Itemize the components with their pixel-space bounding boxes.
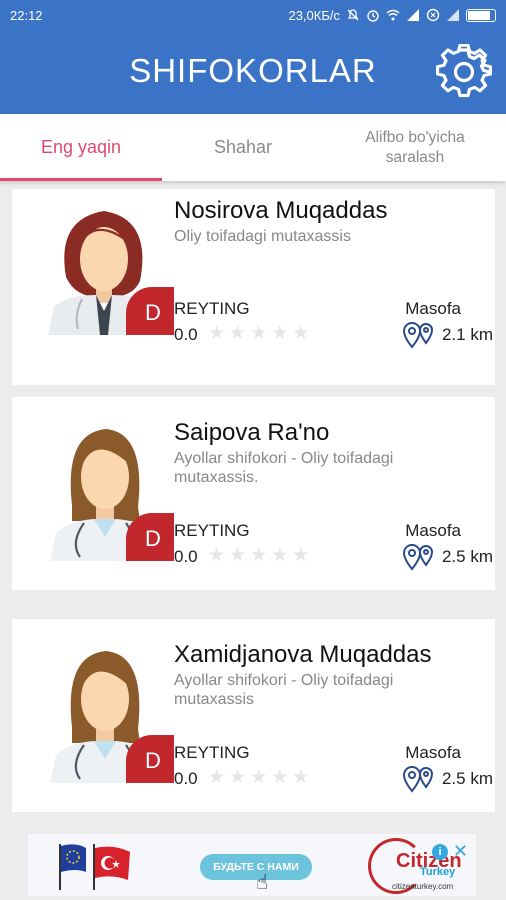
tab-bar: Eng yaqin Shahar Alifbo bo'yicha saralas…: [0, 114, 506, 181]
star-icon: ★: [250, 323, 268, 344]
rating-value: 0.0: [174, 769, 198, 788]
app-bar: SHIFOKORLAR: [0, 30, 506, 114]
ad-brand-sub: Turkey: [420, 866, 456, 878]
distance-text: 2.5 km: [441, 769, 493, 788]
star-icon: ★: [229, 323, 247, 344]
alarm-icon: [367, 10, 379, 22]
rating-stars: ★ ★ ★ ★ ★: [208, 323, 310, 344]
doctor-avatar: D: [36, 647, 174, 783]
distance-text: 2.5 km: [441, 547, 493, 566]
doctor-badge: D: [126, 513, 174, 561]
doctor-name: Saipova Ra'no: [174, 419, 330, 446]
star-icon: ★: [208, 767, 226, 788]
gear-icon[interactable]: [436, 44, 492, 100]
star-icon: ★: [229, 545, 247, 566]
ad-url: citizenturkey.com: [392, 882, 454, 891]
ad-close-icon[interactable]: ✕: [453, 842, 468, 860]
doctor-badge: D: [126, 735, 174, 783]
mute-icon: [347, 9, 359, 21]
star-icon: ★: [292, 767, 310, 788]
star-icon: ★: [208, 545, 226, 566]
page-title: SHIFOKORLAR: [129, 52, 377, 89]
data-saver-icon: [426, 8, 440, 22]
rating-value: 0.0: [174, 547, 198, 566]
signal-icon: [407, 9, 419, 21]
star-icon: ★: [292, 323, 310, 344]
rating-value: 0.0: [174, 325, 198, 344]
doctor-card[interactable]: D Nosirova Muqaddas Oliy toifadagi mutax…: [12, 189, 495, 385]
doctor-specialty: Oliy toifadagi mutaxassis: [174, 228, 351, 245]
tab-alphabetical[interactable]: Alifbo bo'yicha saralash: [324, 114, 506, 181]
wifi-icon: [386, 9, 400, 21]
star-icon: ★: [271, 545, 289, 566]
tab-nearest[interactable]: Eng yaqin: [0, 114, 162, 181]
distance-label: Masofa: [405, 521, 461, 540]
status-bar: 22:12 23,0КБ/с: [0, 0, 506, 30]
rating-label: REYTING: [174, 299, 250, 318]
distance-text: 2.1 km: [441, 325, 493, 344]
status-icons: 23,0КБ/с: [288, 8, 496, 23]
doctor-card[interactable]: D Xamidjanova Muqaddas Ayollar shifokori…: [12, 619, 495, 812]
battery-icon: [466, 8, 496, 22]
status-time: 22:12: [10, 7, 43, 23]
map-pins-icon: [402, 766, 433, 793]
rating-stars: ★ ★ ★ ★ ★: [208, 767, 310, 788]
doctor-badge: D: [126, 287, 174, 335]
doctor-name: Xamidjanova Muqaddas: [174, 641, 432, 668]
doctor-specialty: Ayollar shifokori - Oliy toifadagi mutax…: [174, 672, 394, 708]
star-icon: ★: [271, 323, 289, 344]
distance-value: 2.1 km: [402, 321, 493, 349]
network-speed: 23,0КБ/с: [288, 7, 340, 23]
doctor-card[interactable]: D Saipova Ra'no Ayollar shifokori - Oliy…: [12, 397, 495, 590]
ad-banner[interactable]: БУДЬТЕ С НАМИ ☝ Citizen Turkey citizentu…: [0, 828, 506, 900]
map-pins-icon: [402, 544, 433, 571]
star-icon: ★: [229, 767, 247, 788]
star-icon: ★: [208, 323, 226, 344]
doctor-avatar: D: [36, 199, 174, 335]
doctor-name: Nosirova Muqaddas: [174, 197, 388, 224]
ad-info-icon[interactable]: i: [432, 844, 448, 860]
distance-label: Masofa: [405, 743, 461, 762]
pointer-hand-icon: ☝: [256, 872, 269, 894]
rating-label: REYTING: [174, 743, 250, 762]
ad-content[interactable]: БУДЬТЕ С НАМИ ☝ Citizen Turkey citizentu…: [28, 834, 476, 896]
doctor-list[interactable]: D Nosirova Muqaddas Oliy toifadagi mutax…: [0, 181, 506, 828]
flags-image: [59, 844, 130, 890]
doctor-avatar: D: [36, 425, 174, 561]
star-icon: ★: [250, 545, 268, 566]
rating-label: REYTING: [174, 521, 250, 540]
distance-value: 2.5 km: [402, 543, 493, 571]
tab-city[interactable]: Shahar: [162, 114, 324, 181]
distance-value: 2.5 km: [402, 765, 493, 793]
rating-stars: ★ ★ ★ ★ ★: [208, 545, 310, 566]
star-icon: ★: [292, 545, 310, 566]
doctor-specialty: Ayollar shifokori - Oliy toifadagi mutax…: [174, 450, 394, 486]
map-pins-icon: [402, 322, 433, 349]
star-icon: ★: [250, 767, 268, 788]
star-icon: ★: [271, 767, 289, 788]
signal-icon: [447, 9, 459, 21]
distance-label: Masofa: [405, 299, 461, 318]
